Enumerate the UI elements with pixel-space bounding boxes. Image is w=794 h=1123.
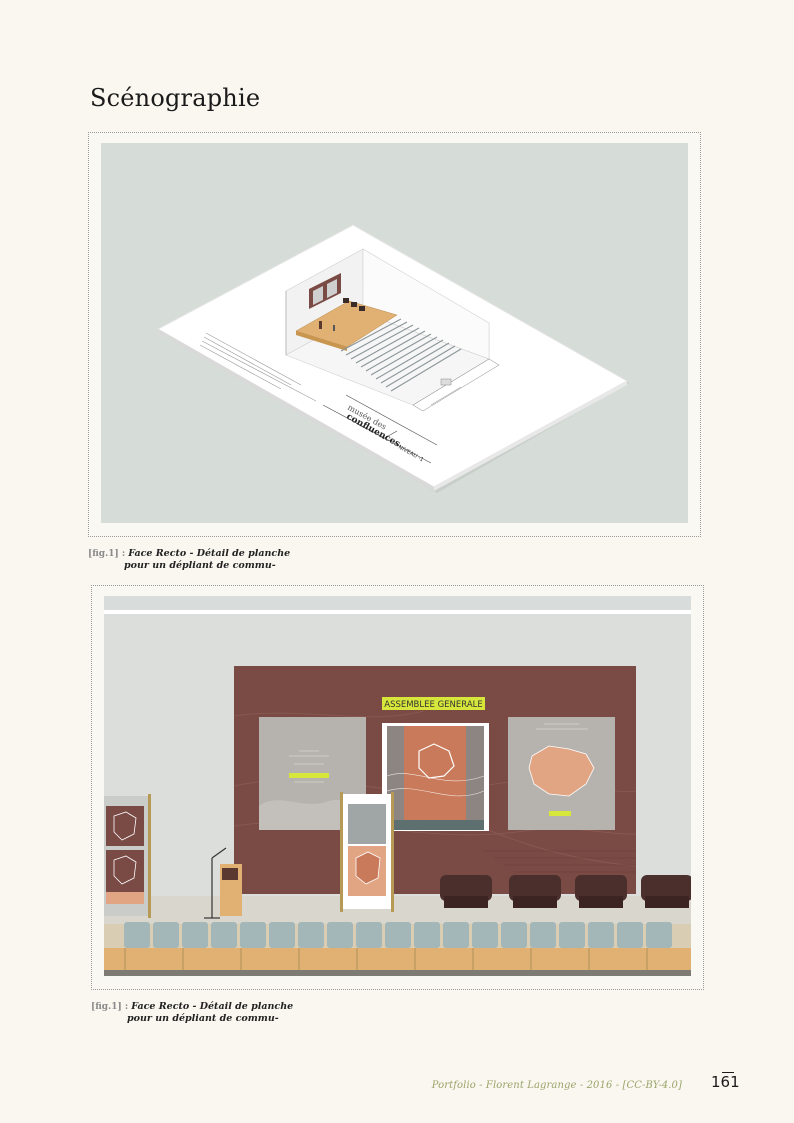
- page-footer: Portfolio - Florent Lagrange - 2016 - [C…: [431, 1080, 682, 1091]
- figure-2-label: [fig.1] :: [91, 1002, 129, 1012]
- isometric-render-svg: musée des confluences NIVEAU -1: [156, 224, 629, 493]
- figure-stage-frame: ASSEMBLEE GENERALE: [91, 585, 704, 990]
- stage-banner-text: ASSEMBLEE GENERALE: [384, 700, 483, 710]
- figure-1-caption: [fig.1] : Face Recto - Détail de planche…: [88, 548, 290, 572]
- figure-isometric-frame: musée des confluences NIVEAU -1: [88, 132, 701, 537]
- figure-2-caption: [fig.1] : Face Recto - Détail de planche…: [91, 1001, 293, 1025]
- figure-1-label: [fig.1] :: [88, 549, 126, 559]
- figure-1-caption-line2: pour un dépliant de commu-: [124, 560, 276, 571]
- figure-2-caption-line2: pour un dépliant de commu-: [127, 1013, 279, 1024]
- page-title: Scénographie: [90, 84, 261, 112]
- figure-2-caption-line1: Face Recto - Détail de planche: [131, 1001, 294, 1012]
- page-number: 161: [711, 1073, 740, 1091]
- isometric-render-image: musée des confluences NIVEAU -1: [101, 143, 688, 523]
- stage-render-svg: ASSEMBLEE GENERALE: [104, 596, 691, 976]
- figure-1-caption-line1: Face Recto - Détail de planche: [128, 548, 291, 559]
- stage-render-image: ASSEMBLEE GENERALE: [104, 596, 691, 976]
